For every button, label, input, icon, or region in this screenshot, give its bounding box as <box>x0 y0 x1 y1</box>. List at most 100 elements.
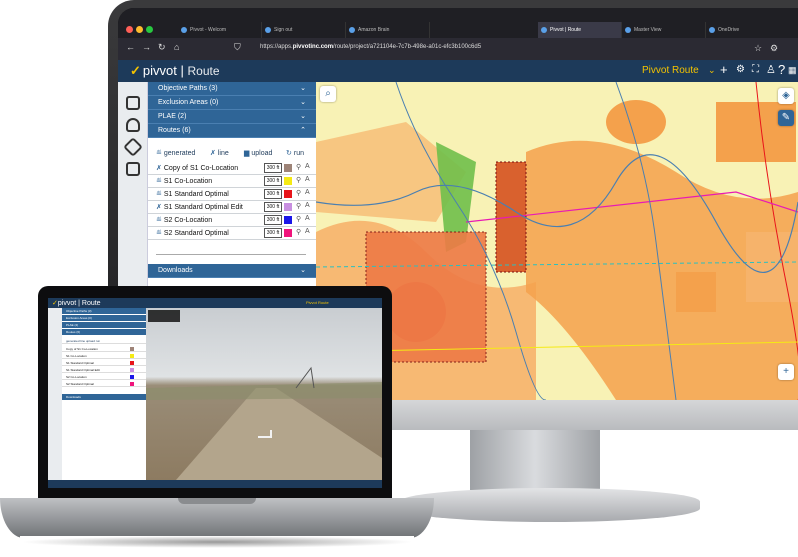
route-color-swatch[interactable] <box>284 216 292 224</box>
browser-tab[interactable]: Pivvot - Welcom <box>178 22 262 38</box>
add-icon[interactable]: + <box>720 62 728 77</box>
route-row[interactable]: Copy of S1 Co-Location <box>62 346 146 352</box>
buffer-distance-field[interactable]: 300 ft <box>264 228 282 238</box>
buffer-distance-field[interactable]: 300 ft <box>264 215 282 225</box>
section-exclusion-areas[interactable]: Exclusion Areas (0) ⌄ <box>148 96 316 110</box>
route-row[interactable]: ✗ S1 Standard Optimal Edit 300 ft ⚲ A <box>148 201 316 214</box>
close-window-icon[interactable] <box>126 26 133 33</box>
route-color-swatch[interactable] <box>130 354 134 358</box>
tab-favicon-icon <box>541 27 547 33</box>
route-color-swatch[interactable] <box>284 229 292 237</box>
location-pin-icon[interactable]: ⚲ <box>296 176 301 184</box>
draw-tool-icon[interactable]: ✎ <box>778 110 794 126</box>
map-search-icon[interactable]: ⌕ <box>320 86 336 102</box>
location-pin-icon[interactable]: ⚲ <box>296 163 301 171</box>
line-button[interactable]: ✗ line <box>210 149 229 157</box>
tab-favicon-icon <box>709 27 715 33</box>
section-routes[interactable]: Routes (6) ⌃ <box>148 124 316 138</box>
layers-icon[interactable] <box>123 137 143 157</box>
route-color-swatch[interactable] <box>284 177 292 185</box>
divider <box>156 254 306 255</box>
route-row[interactable]: ✗ Copy of S1 Co-Location 300 ft ⚲ A <box>148 162 316 175</box>
route-row[interactable]: ≝ S2 Standard Optimal 300 ft ⚲ A <box>148 227 316 240</box>
route-row[interactable]: S1 Co-Location <box>62 353 146 359</box>
app-logo[interactable]: ✓pivvot | Route <box>52 299 101 307</box>
map-book-icon[interactable] <box>126 96 140 110</box>
back-icon[interactable]: ← <box>126 42 135 52</box>
route-row[interactable]: S1 Standard Optimal <box>62 360 146 366</box>
section-plae[interactable]: PLAE (2) <box>62 322 146 328</box>
section-objective-paths[interactable]: Objective Paths (3) ⌄ <box>148 82 316 96</box>
route-color-swatch[interactable] <box>130 361 134 365</box>
buffer-distance-field[interactable]: 300 ft <box>264 189 282 199</box>
help-icon[interactable]: ? <box>778 62 785 77</box>
location-pin-icon[interactable]: ⚲ <box>296 189 301 197</box>
line-icon: ✗ <box>156 165 162 172</box>
upload-button[interactable]: ▆ upload <box>244 149 272 157</box>
laptop-screen: ✓pivvot | Route Pivvot Route Objective P… <box>48 298 382 488</box>
location-pin-icon[interactable]: ⚲ <box>296 215 301 223</box>
route-row[interactable]: ≝ S1 Co-Location 300 ft ⚲ A <box>148 175 316 188</box>
chevron-down-icon: ⌄ <box>300 267 306 274</box>
text-label-icon[interactable]: A <box>305 189 310 196</box>
text-label-icon[interactable]: A <box>305 202 310 209</box>
route-row[interactable]: S2 Standard Optimal <box>62 381 146 387</box>
route-color-swatch[interactable] <box>130 375 134 379</box>
apps-grid-icon[interactable]: ▦ <box>788 65 797 76</box>
run-button[interactable]: ↻ run <box>286 149 304 157</box>
route-row[interactable]: ≝ S2 Co-Location 300 ft ⚲ A <box>148 214 316 227</box>
buffer-distance-field[interactable]: 300 ft <box>264 163 282 173</box>
location-pin-icon[interactable]: ⚲ <box>296 228 301 236</box>
section-exclusion-areas[interactable]: Exclusion Areas (0) <box>62 315 146 321</box>
extensions-icon[interactable]: ⚙ <box>770 43 778 54</box>
generated-icon: ≝ <box>156 217 162 224</box>
text-label-icon[interactable]: A <box>305 215 310 222</box>
expand-icon[interactable]: ⛶ <box>752 64 759 75</box>
chevron-down-icon: ⌄ <box>300 85 306 92</box>
route-row[interactable]: S1 Standard Optimal Edit <box>62 367 146 373</box>
laptop-shadow <box>20 536 414 548</box>
home-icon[interactable]: ⌂ <box>174 42 179 52</box>
route-color-swatch[interactable] <box>284 203 292 211</box>
section-plae[interactable]: PLAE (2) ⌄ <box>148 110 316 124</box>
settings-icon[interactable]: ⚙ <box>736 64 745 75</box>
browser-tab[interactable]: Master View <box>622 22 706 38</box>
buffer-distance-field[interactable]: 300 ft <box>264 202 282 212</box>
route-row[interactable]: S2 Co-Location <box>62 374 146 380</box>
document-icon[interactable] <box>126 162 140 176</box>
user-icon[interactable]: ♙ <box>766 63 776 76</box>
location-pin-icon[interactable]: ⚲ <box>296 202 301 210</box>
app-logo[interactable]: ✓pivvot | Route <box>130 63 220 79</box>
browser-tab[interactable]: OneDrive <box>706 22 790 38</box>
section-downloads[interactable]: Downloads <box>62 394 146 400</box>
database-icon[interactable] <box>126 118 140 132</box>
section-downloads[interactable]: Downloads ⌄ <box>148 264 316 278</box>
minimize-window-icon[interactable] <box>136 26 143 33</box>
layers-icon[interactable]: ◈ <box>778 88 794 104</box>
browser-tab[interactable]: Amazon Brain <box>346 22 430 38</box>
route-row[interactable]: ≝ S1 Standard Optimal 300 ft ⚲ A <box>148 188 316 201</box>
route-color-swatch[interactable] <box>130 382 134 386</box>
generated-button[interactable]: ≝ generated <box>156 149 195 157</box>
section-routes[interactable]: Routes (6) <box>62 329 146 335</box>
street-view-panel[interactable] <box>146 308 382 480</box>
section-objective-paths[interactable]: Objective Paths (3) <box>62 308 146 314</box>
url-text[interactable]: https://apps.pivvotinc.com/route/project… <box>260 44 481 50</box>
buffer-distance-field[interactable]: 300 ft <box>264 176 282 186</box>
forward-icon[interactable]: → <box>142 42 151 52</box>
text-label-icon[interactable]: A <box>305 163 310 170</box>
maximize-window-icon[interactable] <box>146 26 153 33</box>
route-color-swatch[interactable] <box>130 368 134 372</box>
reload-icon[interactable]: ↻ <box>158 42 166 53</box>
route-tools: generated line upload run <box>62 338 146 344</box>
browser-tab-active[interactable]: Pivvot | Route <box>538 22 622 38</box>
bookmark-star-icon[interactable]: ☆ <box>754 43 762 54</box>
text-label-icon[interactable]: A <box>305 228 310 235</box>
browser-tab[interactable]: Sign out <box>262 22 346 38</box>
route-color-swatch[interactable] <box>130 347 134 351</box>
route-color-swatch[interactable] <box>284 190 292 198</box>
route-color-swatch[interactable] <box>284 164 292 172</box>
chevron-down-icon[interactable]: ⌄ <box>708 65 716 76</box>
zoom-in-icon[interactable]: + <box>778 364 794 380</box>
text-label-icon[interactable]: A <box>305 176 310 183</box>
